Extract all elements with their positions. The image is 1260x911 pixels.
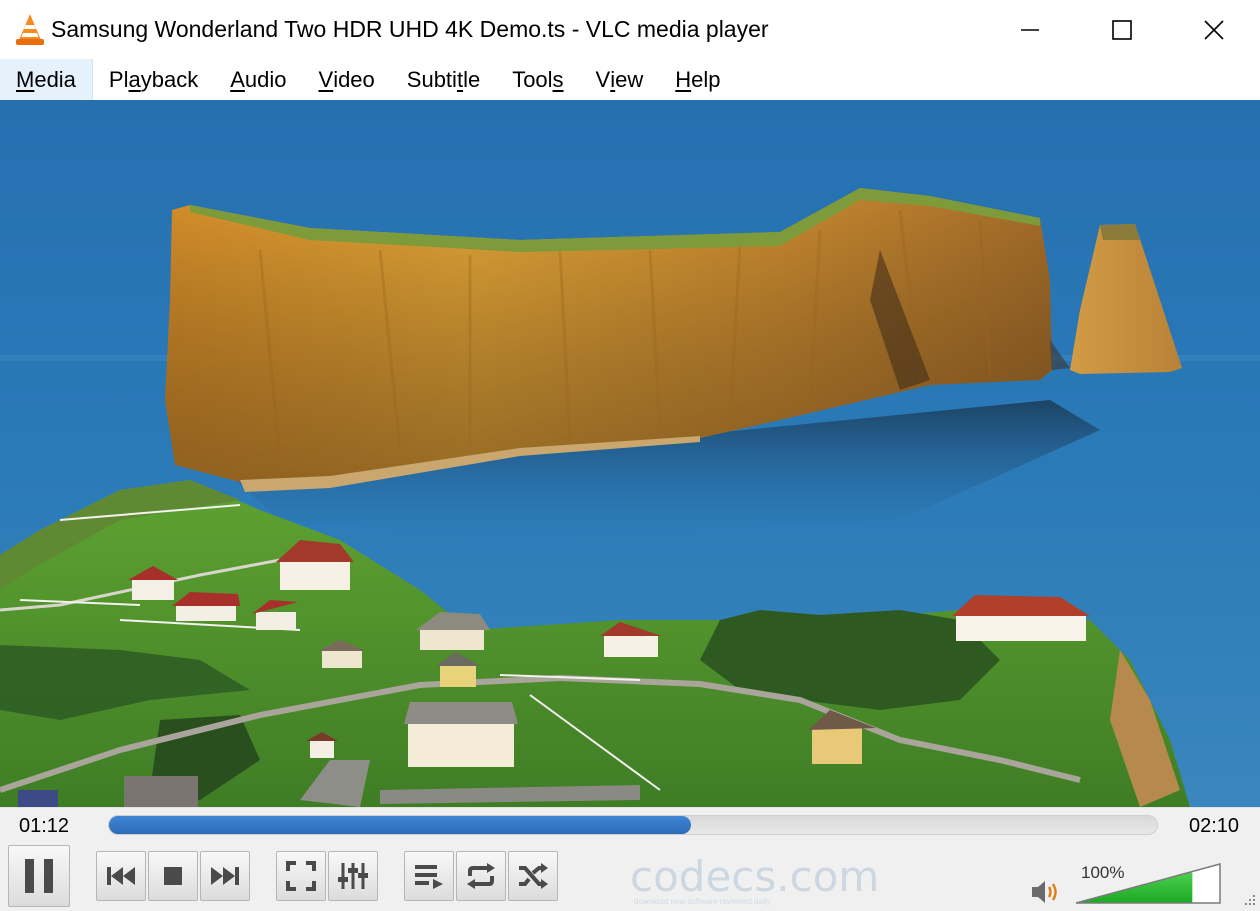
maximize-icon xyxy=(1112,19,1132,40)
pause-icon xyxy=(25,859,53,893)
extended-settings-icon xyxy=(338,863,368,889)
video-scene xyxy=(0,100,1260,807)
vlc-cone-icon xyxy=(16,14,44,45)
next-icon xyxy=(211,867,239,885)
menu-item[interactable]: Pl a yback xyxy=(93,59,214,100)
shuffle-icon xyxy=(519,863,548,889)
menu-item[interactable]: Help xyxy=(659,59,736,100)
elapsed-time[interactable]: 01:12 xyxy=(19,815,69,838)
menu-item-label-pre: V xyxy=(595,66,611,92)
watermark-tagline: download new software reviewed daily xyxy=(634,897,771,906)
menu-item[interactable]: Tool s xyxy=(496,59,579,100)
loop-button[interactable] xyxy=(456,851,506,901)
menu-item-label-acc: A xyxy=(230,66,245,92)
next-button[interactable] xyxy=(200,851,250,901)
minimize-button[interactable] xyxy=(984,0,1076,59)
close-button[interactable] xyxy=(1168,0,1260,59)
menu-item[interactable]: Video xyxy=(303,59,391,100)
menu-item-label-post: yback xyxy=(140,66,199,92)
menu-item-label-pre: Tool xyxy=(512,66,553,92)
menu-item-label-pre: Subti xyxy=(406,66,457,92)
resize-grip-icon[interactable] xyxy=(1243,893,1257,907)
extended-settings-button[interactable] xyxy=(328,851,378,901)
shuffle-button[interactable] xyxy=(508,851,558,901)
stop-icon xyxy=(164,867,182,885)
volume-slider[interactable] xyxy=(1072,860,1224,906)
minimize-icon xyxy=(1021,28,1039,31)
control-panel: 01:12 02:10 codecs.com download new soft… xyxy=(0,807,1260,911)
video-frame[interactable] xyxy=(0,100,1260,807)
menu-item-label-pre: Pl xyxy=(108,66,129,92)
menu-item[interactable]: Subti t le xyxy=(391,59,496,100)
menu-item[interactable]: Audio xyxy=(214,59,302,100)
menu-item-label-post: ideo xyxy=(333,66,375,92)
close-icon xyxy=(1204,19,1224,40)
previous-icon xyxy=(107,867,135,885)
menu-item[interactable]: Media xyxy=(0,59,93,100)
fullscreen-button[interactable] xyxy=(276,851,326,901)
total-time[interactable]: 02:10 xyxy=(1189,815,1239,838)
menu-item-label-acc: a xyxy=(128,66,141,92)
speaker-icon[interactable] xyxy=(1030,879,1062,905)
loop-icon xyxy=(467,863,495,889)
title-bar: Samsung Wonderland Two HDR UHD 4K Demo.t… xyxy=(0,0,1260,59)
previous-button[interactable] xyxy=(96,851,146,901)
menu-item-label-acc: s xyxy=(552,66,564,92)
maximize-button[interactable] xyxy=(1076,0,1168,59)
menu-item-label-post: edia xyxy=(34,66,76,92)
volume-level xyxy=(1076,864,1193,903)
menu-item-label-post: udio xyxy=(244,66,287,92)
playlist-button[interactable] xyxy=(404,851,454,901)
menu-item-label-acc: H xyxy=(675,66,692,92)
menu-item-label-post: ew xyxy=(615,66,644,92)
seek-bar-progress xyxy=(109,816,691,834)
menu-item-label-acc: V xyxy=(318,66,334,92)
stop-button[interactable] xyxy=(148,851,198,901)
fullscreen-icon xyxy=(286,861,316,891)
menu-item-label-post: elp xyxy=(691,66,721,92)
pause-button[interactable] xyxy=(8,845,70,907)
seek-bar[interactable] xyxy=(108,815,1158,835)
menu-bar: Media Pl a yback Audio Video Subti t le Tool s Vi ew… xyxy=(0,59,1260,100)
window-title: Samsung Wonderland Two HDR UHD 4K Demo.t… xyxy=(51,16,769,42)
menu-item-label-post: le xyxy=(463,66,481,92)
playlist-icon xyxy=(415,865,443,889)
watermark: codecs.com xyxy=(630,852,880,901)
menu-item[interactable]: Vi ew xyxy=(580,59,660,100)
menu-item-label-acc: M xyxy=(16,66,35,92)
